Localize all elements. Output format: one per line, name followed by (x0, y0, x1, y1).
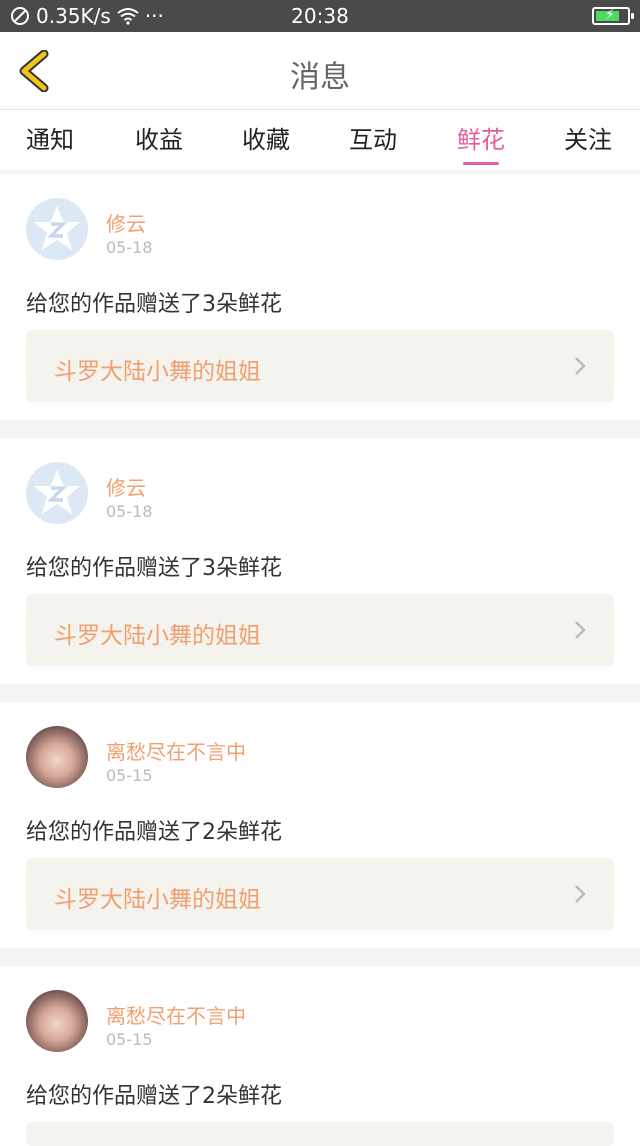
tab-flowers[interactable]: 鲜花 (441, 120, 521, 165)
message-card: 修云 05-18 给您的作品赠送了3朵鲜花 斗罗大陆小舞的姐姐 (0, 174, 640, 420)
tab-follows[interactable]: 关注 (548, 120, 628, 155)
tab-favorites[interactable]: 收藏 (226, 120, 306, 155)
message-text: 给您的作品赠送了2朵鲜花 (26, 1084, 282, 1109)
message-date: 05-15 (106, 1030, 153, 1049)
tab-label: 鲜花 (457, 126, 505, 154)
message-text: 给您的作品赠送了3朵鲜花 (26, 556, 282, 581)
message-card: 离愁尽在不言中 05-15 给您的作品赠送了2朵鲜花 (0, 966, 640, 1146)
sender-name[interactable]: 修云 (106, 472, 146, 501)
battery-icon: ⚡ (592, 7, 634, 25)
work-link[interactable] (26, 1122, 614, 1146)
chevron-right-icon (575, 885, 586, 903)
work-link[interactable]: 斗罗大陆小舞的姐姐 (26, 858, 614, 930)
sender-name[interactable]: 离愁尽在不言中 (106, 1000, 246, 1029)
active-tab-indicator (463, 162, 499, 165)
tab-interactions[interactable]: 互动 (333, 120, 413, 155)
sender-name[interactable]: 离愁尽在不言中 (106, 736, 246, 765)
user-photo-avatar[interactable] (26, 990, 88, 1052)
message-card: 修云 05-18 给您的作品赠送了3朵鲜花 斗罗大陆小舞的姐姐 (0, 438, 640, 684)
message-date: 05-18 (106, 238, 153, 257)
status-time: 20:38 (291, 4, 349, 28)
work-link[interactable]: 斗罗大陆小舞的姐姐 (26, 594, 614, 666)
tab-label: 收藏 (242, 126, 290, 154)
work-title: 斗罗大陆小舞的姐姐 (54, 887, 261, 913)
work-title: 斗罗大陆小舞的姐姐 (54, 623, 261, 649)
tab-label: 收益 (135, 126, 183, 154)
header: 消息 (0, 32, 640, 110)
tab-earnings[interactable]: 收益 (119, 120, 199, 155)
message-date: 05-15 (106, 766, 153, 785)
work-title: 斗罗大陆小舞的姐姐 (54, 359, 261, 385)
tab-label: 通知 (26, 126, 74, 154)
qq-avatar-icon[interactable] (26, 198, 88, 260)
message-card: 离愁尽在不言中 05-15 给您的作品赠送了2朵鲜花 斗罗大陆小舞的姐姐 (0, 702, 640, 948)
status-bar: 0.35K/s ··· 20:38 ⚡ (0, 0, 640, 32)
tab-bar: 通知 收益 收藏 互动 鲜花 关注 (0, 110, 640, 170)
sender-name[interactable]: 修云 (106, 208, 146, 237)
message-text: 给您的作品赠送了3朵鲜花 (26, 292, 282, 317)
chevron-right-icon (575, 621, 586, 639)
message-text: 给您的作品赠送了2朵鲜花 (26, 820, 282, 845)
chevron-right-icon (575, 357, 586, 375)
qq-avatar-icon[interactable] (26, 462, 88, 524)
charging-bolt-icon: ⚡ (605, 7, 615, 23)
page-title: 消息 (290, 60, 350, 95)
user-photo-avatar[interactable] (26, 726, 88, 788)
message-date: 05-18 (106, 502, 153, 521)
tab-label: 关注 (564, 126, 612, 154)
work-link[interactable]: 斗罗大陆小舞的姐姐 (26, 330, 614, 402)
tab-label: 互动 (349, 126, 397, 154)
tab-notifications[interactable]: 通知 (10, 120, 90, 155)
